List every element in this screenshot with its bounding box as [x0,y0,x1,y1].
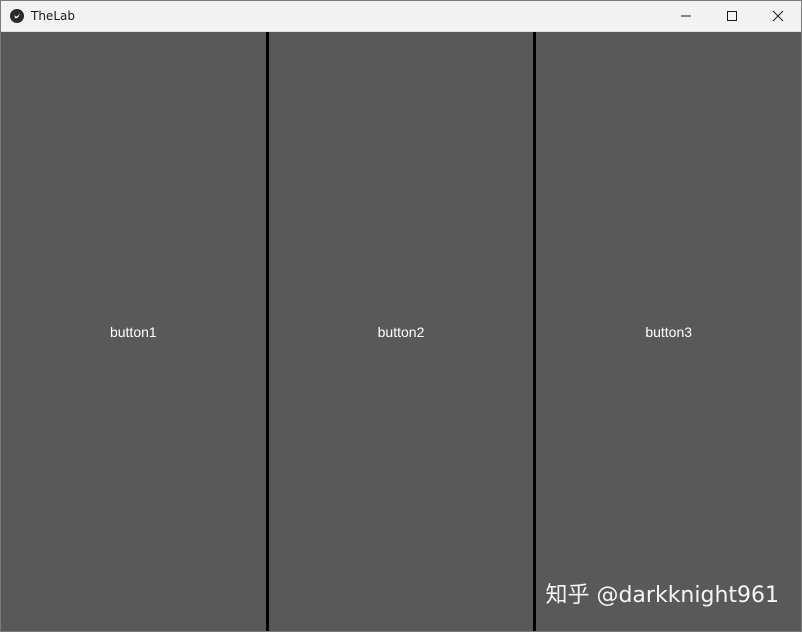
close-button[interactable] [755,1,801,31]
button-3[interactable]: button3 知乎 @darkknight961 [536,32,802,631]
kivy-logo-icon [10,9,24,23]
title-bar[interactable]: TheLab [1,1,801,32]
button-1[interactable]: button1 [1,32,266,631]
app-window: TheLab button1 button2 button3 知乎 @darkk… [0,0,802,632]
button-3-label: button3 [645,323,693,340]
button-1-label: button1 [109,323,157,340]
watermark: 知乎 @darkknight961 [545,583,780,608]
button-row: button1 button2 button3 知乎 @darkknight96… [1,32,802,631]
maximize-icon [727,11,737,21]
window-controls [663,1,801,31]
button-2[interactable]: button2 [268,32,534,631]
window-title: TheLab [31,9,75,23]
minimize-button[interactable] [663,1,709,31]
close-icon [772,10,784,22]
button-2-label: button2 [377,323,425,340]
maximize-button[interactable] [709,1,755,31]
minimize-icon [681,15,691,17]
